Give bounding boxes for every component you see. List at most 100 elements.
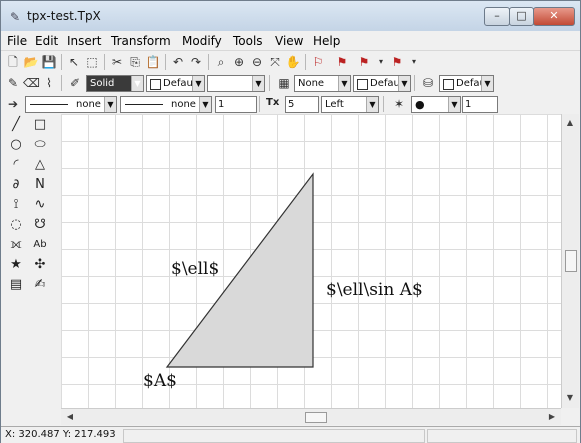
color-swatch: [443, 79, 454, 90]
toolbar-separator: [165, 54, 166, 70]
chevron-down-icon: ▼: [481, 76, 493, 91]
arrow-end-select[interactable]: none ▼: [120, 96, 212, 113]
select-pointer-icon[interactable]: ↖: [66, 54, 82, 70]
chevron-down-icon: ▼: [192, 76, 204, 91]
toolbar-separator: [269, 75, 270, 91]
vertical-scrollbar[interactable]: ▲ ▼: [561, 114, 579, 408]
bg-color-select[interactable]: Defau ▼: [439, 75, 494, 92]
curve-tool-icon[interactable]: ∂: [7, 176, 25, 194]
line-style-select[interactable]: Solid ▼: [86, 75, 144, 92]
arrow-start-select[interactable]: none ▼: [25, 96, 117, 113]
toolbar-separator: [259, 96, 260, 112]
menu-view[interactable]: View: [275, 34, 303, 48]
canvas-svg: [165, 172, 314, 368]
text-align-value: Left: [325, 99, 344, 110]
menu-help[interactable]: Help: [313, 34, 340, 48]
menu-insert[interactable]: Insert: [67, 34, 101, 48]
zoom-out-icon[interactable]: ⊖: [249, 54, 265, 70]
menu-edit[interactable]: Edit: [35, 34, 58, 48]
hypotenuse-label[interactable]: $\ell$: [171, 259, 219, 279]
closed-spline-tool-icon[interactable]: ◌: [7, 216, 25, 234]
arc-tool-icon[interactable]: ◜: [7, 156, 25, 174]
chevron-down-icon: ▼: [366, 97, 378, 112]
line-width-select[interactable]: ▼: [207, 75, 265, 92]
arrows-text-toolbar: ➔ none ▼ none ▼ 1 Tx 5 Left ▼ ✶ ● ▼ 1: [1, 94, 580, 114]
hand-pan-icon[interactable]: ✋: [285, 54, 301, 70]
copy-icon[interactable]: ⎘: [127, 54, 143, 70]
save-icon[interactable]: 💾: [41, 54, 57, 70]
drawing-canvas[interactable]: $\ell$ $\ell\sin A$ $A$: [61, 114, 561, 408]
arrow-icon: ➔: [7, 97, 19, 111]
text-align-select[interactable]: Left ▼: [321, 96, 379, 113]
line-tool-icon[interactable]: ╱: [7, 116, 25, 134]
fill-color-select[interactable]: Defau ▼: [353, 75, 411, 92]
picture-dropdown-icon[interactable]: ▾: [406, 54, 422, 70]
vertical-scroll-thumb[interactable]: [565, 250, 577, 272]
polygon-tool-icon[interactable]: △: [31, 156, 49, 174]
side-label[interactable]: $\ell\sin A$: [326, 280, 423, 300]
picture-export-icon[interactable]: ⚑: [389, 54, 405, 70]
close-button[interactable]: ✕: [533, 7, 575, 26]
hatch-value: None: [298, 78, 325, 89]
ellipse-tool-icon[interactable]: ⬭: [31, 136, 49, 154]
horizontal-scroll-thumb[interactable]: [305, 412, 327, 423]
status-bar: X: 320.487 Y: 217.493: [1, 426, 580, 443]
zoom-in-icon[interactable]: ⊕: [231, 54, 247, 70]
redo-icon[interactable]: ↷: [188, 54, 204, 70]
latex-export-icon[interactable]: ⚑: [334, 54, 350, 70]
pencil-icon[interactable]: ✎: [5, 75, 21, 91]
scroll-up-icon[interactable]: ▲: [563, 116, 577, 130]
arrow-end-value: none: [171, 99, 196, 110]
chevron-down-icon: ▼: [338, 76, 350, 91]
freehand-tool-icon[interactable]: ✍: [31, 276, 49, 294]
mark-size-field[interactable]: 1: [462, 96, 498, 113]
open-folder-icon[interactable]: 📂: [23, 54, 39, 70]
mark-shape-select[interactable]: ● ▼: [411, 96, 461, 113]
scroll-left-icon[interactable]: ◀: [63, 410, 77, 424]
star-shape-tool-icon[interactable]: ⟗: [7, 236, 25, 254]
vertex-label[interactable]: $A$: [143, 371, 177, 391]
star-tool-icon[interactable]: ★: [7, 256, 25, 274]
dot-mark-icon: ●: [415, 98, 425, 111]
line-style-icon: ✐: [69, 76, 81, 90]
cursor-coordinates: X: 320.487 Y: 217.493: [5, 429, 116, 440]
blob-tool-icon[interactable]: ☋: [31, 216, 49, 234]
menu-transform[interactable]: Transform: [111, 34, 171, 48]
zoom-area-icon[interactable]: ⌕: [213, 54, 229, 70]
menu-modify[interactable]: Modify: [182, 34, 222, 48]
pdf-export-icon[interactable]: ⚑: [356, 54, 372, 70]
text-size-field[interactable]: 5: [285, 96, 319, 113]
maximize-button[interactable]: □: [509, 7, 534, 26]
rectangle-tool-icon[interactable]: □: [31, 116, 49, 134]
scroll-right-icon[interactable]: ▶: [545, 410, 559, 424]
cut-icon[interactable]: ✂: [109, 54, 125, 70]
spline-tool-icon[interactable]: ∿: [31, 196, 49, 214]
text-tool[interactable]: Ab: [31, 236, 49, 254]
line-style-value: Solid: [90, 78, 115, 89]
undo-icon[interactable]: ↶: [170, 54, 186, 70]
star-mark-icon: ✶: [393, 97, 405, 111]
select-points-icon[interactable]: ⬚: [84, 54, 100, 70]
minimize-button[interactable]: –: [484, 7, 510, 26]
horizontal-scrollbar[interactable]: ◀ ▶: [61, 408, 561, 425]
arrow-size-field[interactable]: 1: [215, 96, 257, 113]
polyline-tool-icon[interactable]: N: [31, 176, 49, 194]
scroll-down-icon[interactable]: ▼: [563, 391, 577, 405]
eraser-icon[interactable]: ⌫: [23, 75, 40, 91]
line-color-select[interactable]: Defau ▼: [146, 75, 205, 92]
menu-bar: File Edit Insert Transform Modify Tools …: [1, 32, 580, 51]
closed-curve-tool-icon[interactable]: ⟟: [7, 196, 25, 214]
hatch-select[interactable]: None ▼: [294, 75, 351, 92]
menu-file[interactable]: File: [7, 34, 27, 48]
export-dropdown-icon[interactable]: ▾: [373, 54, 389, 70]
new-file-icon[interactable]: 🗋: [5, 54, 21, 70]
circle-tool-icon[interactable]: ○: [7, 136, 25, 154]
symbol-tool-icon[interactable]: ✣: [31, 256, 49, 274]
menu-tools[interactable]: Tools: [233, 34, 263, 48]
paint-icon[interactable]: ⌇: [41, 75, 57, 91]
preview-icon[interactable]: ⚐: [310, 54, 326, 70]
paste-icon[interactable]: 📋: [145, 54, 161, 70]
zoom-fit-icon[interactable]: ⤧: [267, 54, 283, 70]
status-pane: [123, 429, 425, 443]
bitmap-tool-icon[interactable]: ▤: [7, 276, 25, 294]
